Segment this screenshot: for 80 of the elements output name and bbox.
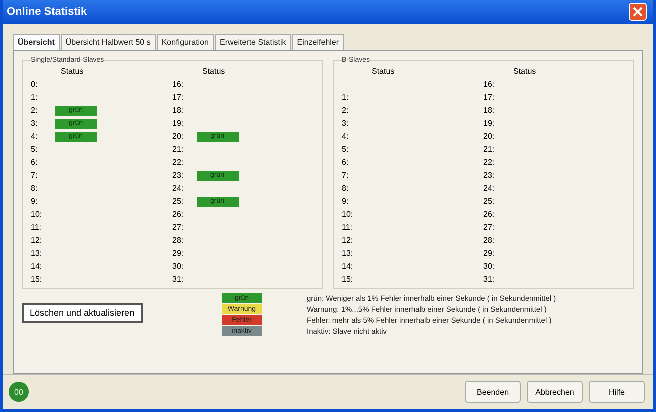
slave-number: 9: xyxy=(342,197,349,206)
slave-number: 25: xyxy=(172,197,184,206)
slave-number: 12: xyxy=(31,236,42,245)
dialog-button[interactable]: Hilfe xyxy=(589,381,645,403)
slave-number: 10: xyxy=(31,210,42,219)
slave-number: 8: xyxy=(342,184,349,193)
tab[interactable]: Erweiterte Statistik xyxy=(214,34,292,50)
slave-number: 5: xyxy=(342,145,349,154)
slave-number: 13: xyxy=(31,249,42,258)
slave-number: 29: xyxy=(484,249,495,258)
slave-number: 18: xyxy=(172,106,184,115)
slave-number: 30: xyxy=(172,262,184,271)
slave-number: 6: xyxy=(342,158,349,167)
slave-number: 28: xyxy=(172,236,184,245)
slave-number: 20: xyxy=(172,132,184,141)
slave-number: 10: xyxy=(342,210,354,219)
slave-number: 27: xyxy=(172,223,184,232)
slave-number: 9: xyxy=(31,197,38,206)
slave-number: 15: xyxy=(342,275,354,284)
close-icon xyxy=(633,7,643,17)
slave-number: 23: xyxy=(484,171,495,180)
slave-number: 25: xyxy=(484,197,495,206)
slave-number: 12: xyxy=(342,236,354,245)
slave-number: 21: xyxy=(172,145,184,154)
slave-number: 16: xyxy=(484,80,495,89)
refresh-button[interactable]: Löschen und aktualisieren xyxy=(22,303,143,323)
slave-number: 17: xyxy=(484,93,495,102)
slave-number: 2: xyxy=(31,106,38,115)
status-indicator: 00 xyxy=(9,382,29,402)
slave-number: 3: xyxy=(31,119,38,128)
column-header: Status xyxy=(372,66,395,76)
tab[interactable]: Übersicht Halbwert 50 s xyxy=(60,34,156,50)
slave-number: 28: xyxy=(484,236,495,245)
slave-number: 4: xyxy=(31,132,38,141)
slave-number: 16: xyxy=(172,80,184,89)
slave-number: 27: xyxy=(484,223,495,232)
slave-number: 7: xyxy=(342,171,349,180)
slave-number: 13: xyxy=(342,249,354,258)
slave-number: 26: xyxy=(172,210,184,219)
slave-number: 1: xyxy=(31,93,38,102)
slave-number: 5: xyxy=(31,145,38,154)
slave-number: 14: xyxy=(31,262,42,271)
slave-number: 15: xyxy=(31,275,42,284)
slave-number: 3: xyxy=(342,119,349,128)
slave-number: 31: xyxy=(484,275,495,284)
slave-number: 2: xyxy=(342,106,349,115)
close-button[interactable] xyxy=(629,3,647,21)
slave-number: 8: xyxy=(31,184,38,193)
slave-number: 29: xyxy=(172,249,184,258)
column-header: Status xyxy=(61,66,84,76)
column-header: Status xyxy=(202,66,226,76)
slave-number: 24: xyxy=(484,184,495,193)
slave-number: 17: xyxy=(172,93,184,102)
slave-number: 19: xyxy=(484,119,495,128)
slave-number: 6: xyxy=(31,158,38,167)
slave-number: 14: xyxy=(342,262,354,271)
dialog-button[interactable]: Abbrechen xyxy=(527,381,583,403)
slave-number: 24: xyxy=(172,184,184,193)
tab[interactable]: Einzelfehler xyxy=(292,34,344,50)
slave-number: 11: xyxy=(31,223,42,232)
slave-number: 0: xyxy=(31,80,38,89)
slave-number: 4: xyxy=(342,132,349,141)
slave-number: 22: xyxy=(172,158,184,167)
slave-number: 31: xyxy=(172,275,184,284)
slave-number: 21: xyxy=(484,145,495,154)
slave-number: 7: xyxy=(31,171,38,180)
dialog-button[interactable]: Beenden xyxy=(465,381,521,403)
slave-number: 1: xyxy=(342,93,349,102)
slave-number: 11: xyxy=(342,223,353,232)
slave-number: 26: xyxy=(484,210,495,219)
column-header: Status xyxy=(514,66,536,76)
tab[interactable]: Konfiguration xyxy=(156,34,214,50)
slave-number: 19: xyxy=(172,119,184,128)
window-title: Online Statistik xyxy=(7,6,88,18)
slave-number: 22: xyxy=(484,158,495,167)
tab[interactable]: Übersicht xyxy=(13,34,60,50)
slave-number: 20: xyxy=(484,132,495,141)
slave-number: 23: xyxy=(172,171,184,180)
slave-number: 18: xyxy=(484,106,495,115)
slave-number: 30: xyxy=(484,262,495,271)
